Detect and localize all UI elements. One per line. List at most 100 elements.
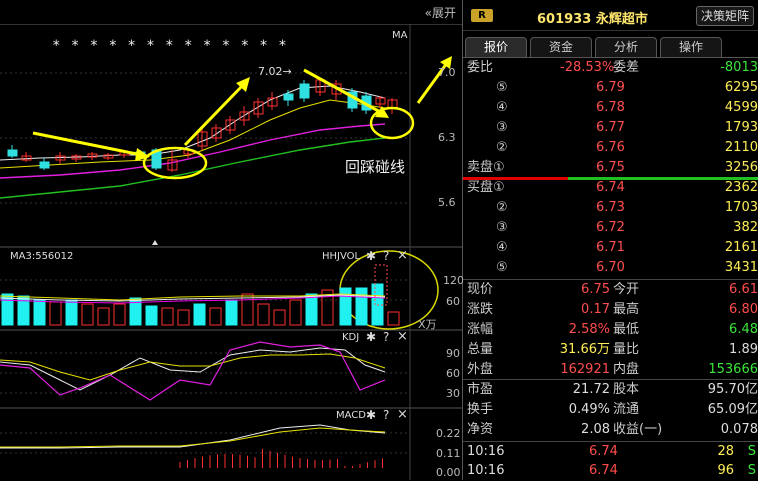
buy-price: 6.70 bbox=[596, 260, 625, 275]
buy-volume: 1703 bbox=[724, 200, 758, 215]
price-tick-2: 6.3 bbox=[438, 131, 456, 144]
kdj-help-icon[interactable]: ? bbox=[383, 330, 389, 344]
sell-price: 6.77 bbox=[596, 120, 625, 135]
quote-panel: R 601933 永辉超市 决策矩阵 报价 资金 分析 操作 委比 -28.53… bbox=[463, 0, 758, 480]
buy-price: 6.72 bbox=[596, 220, 625, 235]
fund-label: 股本 bbox=[613, 382, 640, 397]
stock-title: 601933 永辉超市 bbox=[537, 8, 648, 27]
price-tick-3: 5.6 bbox=[438, 196, 456, 209]
panel-header: R 601933 永辉超市 决策矩阵 bbox=[463, 0, 758, 31]
volume-bar bbox=[209, 307, 222, 326]
vol-ma-label: MA3:556012 bbox=[10, 251, 74, 262]
kline-chart-area[interactable]: «展开 * * * * * * * * * * * * * MA 7.0 6.3… bbox=[0, 0, 464, 480]
fund-value: 0.49% bbox=[568, 402, 610, 417]
weibi-label: 委比 bbox=[467, 60, 494, 75]
sell-row: ⑤ 6.79 6295 bbox=[463, 78, 758, 98]
volume-bar bbox=[241, 293, 254, 326]
tick-price: 6.74 bbox=[589, 444, 618, 459]
macd-tick-2: 0.11 bbox=[436, 447, 461, 460]
kdj-tick-1: 90 bbox=[446, 347, 460, 360]
tab-operation[interactable]: 操作 bbox=[660, 37, 722, 57]
stat-value: 2.58% bbox=[568, 322, 610, 337]
tab-analysis[interactable]: 分析 bbox=[595, 37, 657, 57]
weicha-value: -8013 bbox=[720, 60, 758, 75]
stat-row: 现价 6.75 今开 6.61 bbox=[463, 280, 758, 300]
sell-volume: 1793 bbox=[724, 120, 758, 135]
volume-bar bbox=[145, 305, 158, 326]
stat-label: 今开 bbox=[613, 282, 640, 297]
vol-tick-2: 60 bbox=[446, 295, 460, 308]
sell-level-label: ⑤ bbox=[496, 80, 508, 95]
buy-level-label: ⑤ bbox=[496, 260, 508, 275]
fundamental-row: 换手 0.49% 流通 65.09亿 bbox=[463, 400, 758, 420]
volume-bar bbox=[225, 299, 238, 326]
buy-level-label: ③ bbox=[496, 220, 508, 235]
decision-matrix-button[interactable]: 决策矩阵 bbox=[695, 6, 754, 26]
fund-value: 95.70亿 bbox=[707, 382, 758, 397]
chart-canvas bbox=[0, 24, 462, 480]
tab-quote[interactable]: 报价 bbox=[465, 37, 527, 57]
tick-time: 10:16 bbox=[467, 444, 505, 459]
stat-label: 涨跌 bbox=[467, 302, 494, 317]
vol-tick-1: 120 bbox=[443, 274, 464, 287]
buy-row: ④ 6.71 2161 bbox=[463, 238, 758, 258]
candle-body bbox=[39, 161, 50, 169]
sell-price: 6.75 bbox=[596, 160, 625, 175]
stat-label: 涨幅 bbox=[467, 322, 494, 337]
sell-price: 6.76 bbox=[596, 140, 625, 155]
sell-row: ③ 6.77 1793 bbox=[463, 118, 758, 138]
tick-volume: 96 bbox=[717, 463, 734, 478]
ma-tag: MA bbox=[392, 30, 408, 41]
help-icon[interactable]: ? bbox=[383, 249, 389, 263]
macd-close-icon[interactable]: × bbox=[397, 407, 408, 422]
fund-label: 流通 bbox=[613, 402, 640, 417]
tick-row: 10:16 6.74 28 S bbox=[463, 442, 758, 462]
macd-help-icon[interactable]: ? bbox=[383, 408, 389, 422]
stat-value: 6.48 bbox=[729, 322, 758, 337]
buy-price: 6.71 bbox=[596, 240, 625, 255]
gear-icon[interactable]: ✱ bbox=[366, 249, 376, 263]
stat-label: 内盘 bbox=[613, 362, 640, 377]
vol-unit: X万 bbox=[418, 318, 437, 331]
volume-bar bbox=[355, 287, 368, 326]
kdj-close-icon[interactable]: × bbox=[397, 329, 408, 344]
volume-bar bbox=[33, 299, 46, 326]
buy-level-label: 买盘① bbox=[467, 180, 505, 195]
sell-level-label: ④ bbox=[496, 100, 508, 115]
volume-bar bbox=[113, 303, 126, 326]
annotation-text: 回踩碰线 bbox=[345, 158, 406, 176]
buy-row: ② 6.73 1703 bbox=[463, 198, 758, 218]
volume-bar bbox=[387, 311, 400, 326]
volume-bar bbox=[49, 301, 62, 326]
ma-line-green bbox=[0, 137, 386, 199]
stat-label: 外盘 bbox=[467, 362, 494, 377]
stat-label: 总量 bbox=[467, 342, 494, 357]
macd-tick-1: 0.22 bbox=[436, 427, 461, 440]
stat-value: 153666 bbox=[708, 362, 758, 377]
weibi-row: 委比 -28.53% 委差 -8013 bbox=[463, 58, 758, 78]
volume-bar bbox=[289, 299, 302, 326]
macd-tick-3: 0.00 bbox=[436, 466, 461, 479]
quote-tabs: 报价 资金 分析 操作 bbox=[465, 37, 725, 57]
bid-ask-divider bbox=[463, 177, 758, 180]
stat-row: 外盘 162921 内盘 153666 bbox=[463, 360, 758, 380]
close-icon[interactable]: × bbox=[397, 248, 408, 263]
sell-volume: 3256 bbox=[724, 160, 758, 175]
sell-volume: 2110 bbox=[724, 140, 758, 155]
candle-body bbox=[283, 93, 294, 101]
tick-time: 10:16 bbox=[467, 463, 505, 478]
stat-value: 31.66万 bbox=[559, 342, 610, 357]
buy-volume: 3431 bbox=[724, 260, 758, 275]
volume-bar bbox=[339, 287, 352, 326]
stat-label: 最低 bbox=[613, 322, 640, 337]
macd-gear-icon[interactable]: ✱ bbox=[366, 408, 376, 422]
stock-code: 601933 bbox=[537, 12, 592, 27]
weicha-label: 委差 bbox=[613, 60, 640, 75]
buy-row: 买盘① 6.74 2362 bbox=[463, 178, 758, 198]
kdj-gear-icon[interactable]: ✱ bbox=[366, 330, 376, 344]
stat-value: 0.17 bbox=[581, 302, 610, 317]
tab-funds[interactable]: 资金 bbox=[530, 37, 592, 57]
buy-row: ③ 6.72 382 bbox=[463, 218, 758, 238]
fundamental-row: 市盈 21.72 股本 95.70亿 bbox=[463, 380, 758, 400]
sell-volume: 6295 bbox=[724, 80, 758, 95]
